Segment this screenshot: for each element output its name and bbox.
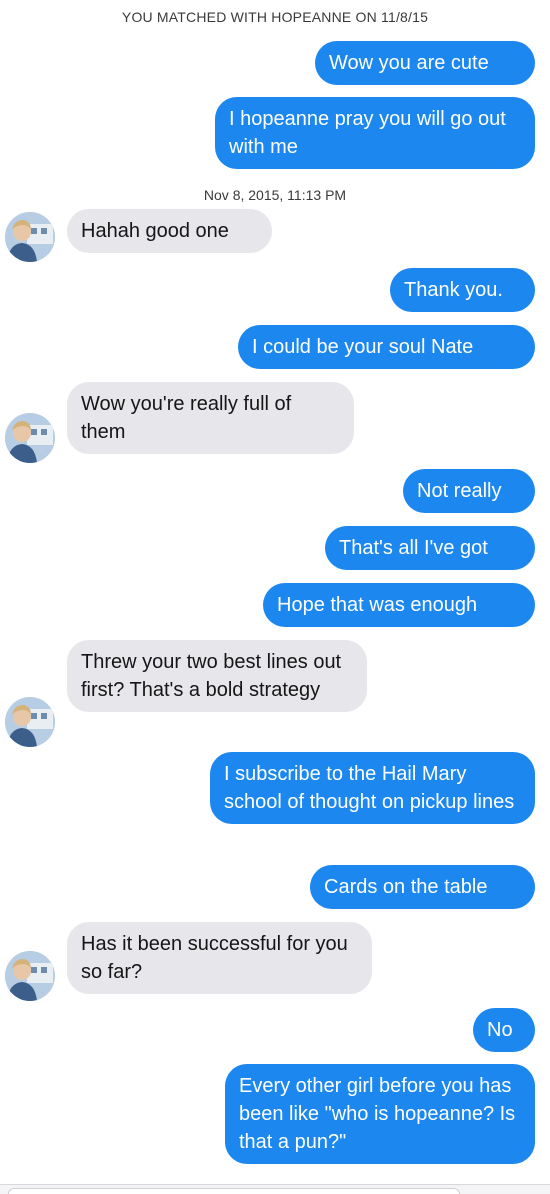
message-outgoing[interactable]: That's all I've got <box>325 526 535 570</box>
chat-screen: YOU MATCHED WITH HOPEANNE ON 11/8/15 Wow… <box>0 0 550 1194</box>
profile-photo-avatar-icon <box>5 697 55 747</box>
message-input[interactable] <box>8 1188 460 1194</box>
message-outgoing[interactable]: Cards on the table <box>310 865 535 909</box>
message-incoming[interactable]: Has it been successful for you so far? <box>67 922 372 994</box>
message-outgoing[interactable]: I could be your soul Nate <box>238 325 535 369</box>
message-incoming[interactable]: Wow you're really full of them <box>67 382 354 454</box>
message-outgoing[interactable]: Wow you are cute <box>315 41 535 85</box>
profile-photo-avatar-icon <box>5 413 55 463</box>
message-outgoing[interactable]: Not really <box>403 469 535 513</box>
message-outgoing[interactable]: Hope that was enough <box>263 583 535 627</box>
message-outgoing[interactable]: No <box>473 1008 535 1052</box>
message-incoming[interactable]: Threw your two best lines out first? Tha… <box>67 640 367 712</box>
timestamp: Nov 8, 2015, 11:13 PM <box>203 187 347 203</box>
message-incoming[interactable]: Hahah good one <box>67 209 272 253</box>
match-header: YOU MATCHED WITH HOPEANNE ON 11/8/15 <box>121 9 429 25</box>
avatar[interactable] <box>5 697 55 747</box>
profile-photo-avatar-icon <box>5 212 55 262</box>
message-outgoing[interactable]: I hopeanne pray you will go out with me <box>215 97 535 169</box>
message-outgoing[interactable]: Thank you. <box>390 268 535 312</box>
avatar[interactable] <box>5 951 55 1001</box>
avatar[interactable] <box>5 212 55 262</box>
profile-photo-avatar-icon <box>5 951 55 1001</box>
avatar[interactable] <box>5 413 55 463</box>
message-outgoing[interactable]: I subscribe to the Hail Mary school of t… <box>210 752 535 824</box>
message-input-bar <box>0 1184 550 1194</box>
message-outgoing[interactable]: Every other girl before you has been lik… <box>225 1064 535 1164</box>
